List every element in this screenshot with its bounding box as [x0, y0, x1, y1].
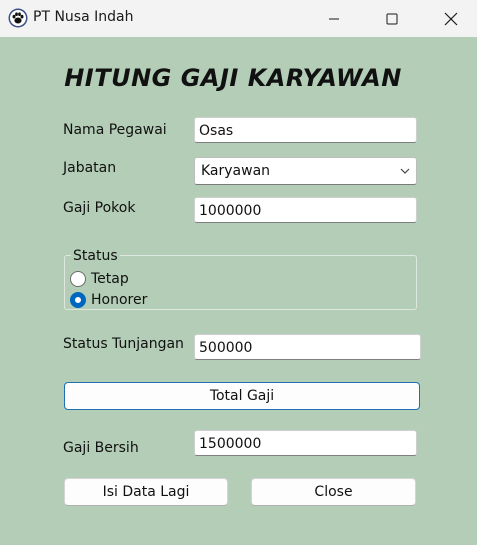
radio-honorer[interactable]: Honorer — [70, 291, 147, 309]
nama-pegawai-label: Nama Pegawai — [63, 122, 167, 138]
close-icon — [444, 12, 458, 25]
minimize-icon — [329, 18, 339, 19]
radio-tetap-label: Tetap — [91, 271, 129, 287]
form-heading: HITUNG GAJI KARYAWAN — [64, 64, 402, 92]
paw-icon — [8, 8, 28, 28]
radio-unchecked-icon — [70, 271, 86, 287]
isi-data-lagi-button[interactable]: Isi Data Lagi — [64, 478, 228, 506]
radio-tetap[interactable]: Tetap — [70, 270, 129, 288]
jabatan-selected-value: Karyawan — [201, 163, 271, 179]
gaji-pokok-input[interactable]: 1000000 — [194, 197, 417, 223]
maximize-button[interactable] — [369, 0, 415, 37]
chevron-down-icon — [400, 168, 410, 174]
close-window-button[interactable] — [428, 0, 474, 37]
gaji-pokok-label: Gaji Pokok — [63, 200, 136, 216]
title-bar: PT Nusa Indah — [0, 0, 477, 37]
status-group-label: Status — [71, 248, 120, 264]
maximize-icon — [386, 13, 398, 24]
jabatan-select[interactable]: Karyawan — [194, 157, 417, 185]
nama-pegawai-input[interactable]: Osas — [194, 117, 417, 143]
radio-checked-icon — [70, 292, 86, 308]
radio-honorer-label: Honorer — [91, 292, 148, 308]
status-tunjangan-label: Status Tunjangan — [63, 336, 184, 352]
total-gaji-button[interactable]: Total Gaji — [64, 382, 420, 410]
minimize-button[interactable] — [311, 0, 357, 37]
close-button[interactable]: Close — [251, 478, 416, 506]
window-title: PT Nusa Indah — [33, 9, 134, 25]
jabatan-label: Jabatan — [63, 160, 117, 176]
status-tunjangan-input[interactable]: 500000 — [194, 334, 421, 360]
gaji-bersih-input[interactable]: 1500000 — [194, 430, 417, 456]
gaji-bersih-label: Gaji Bersih — [63, 440, 139, 456]
